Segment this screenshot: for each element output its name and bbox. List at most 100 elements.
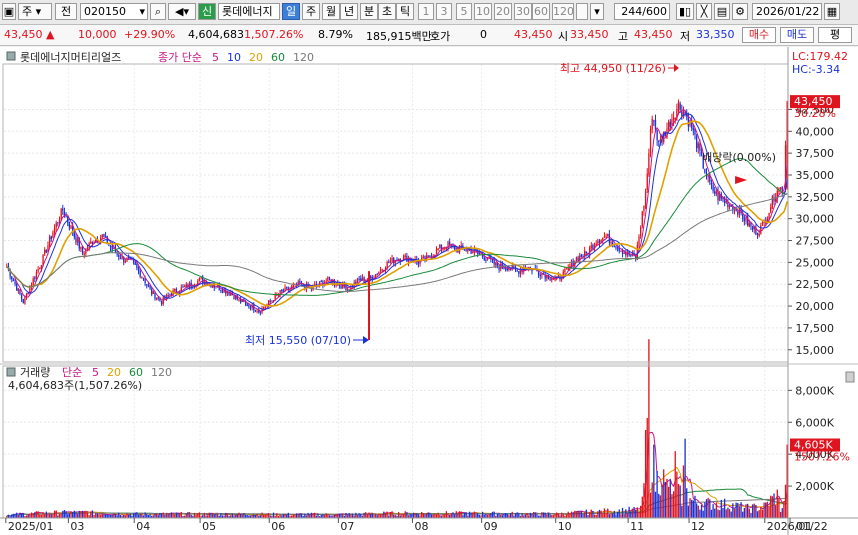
candle-body — [157, 297, 159, 299]
volume-bar — [477, 513, 479, 518]
candle-body — [656, 129, 658, 141]
volume-bar — [682, 465, 685, 518]
volume-bar — [350, 514, 352, 518]
stock-chart[interactable]: 15,000 17,500 20,000 22,500 25,000 27,500 30,0… — [0, 0, 858, 535]
volume-bar — [626, 512, 629, 518]
volume-bar — [279, 514, 281, 518]
candle-body — [124, 261, 127, 263]
volume-bar — [567, 511, 569, 518]
volume-bar — [141, 513, 143, 518]
candle-body — [151, 288, 153, 295]
volume-bar — [427, 512, 429, 518]
candle-body — [389, 261, 392, 263]
candle-body — [340, 285, 342, 289]
volume-bar — [715, 502, 718, 518]
volume-bar — [463, 512, 466, 518]
volume-bar — [37, 511, 39, 518]
candle-body — [320, 280, 322, 282]
candle-body — [677, 102, 680, 111]
volume-bar — [215, 513, 217, 518]
volume-tick-label: 8,000K — [795, 384, 834, 397]
volume-bar — [458, 511, 461, 518]
candle-body — [286, 287, 288, 289]
volume-bar — [169, 513, 171, 518]
volume-bar — [681, 505, 683, 518]
volume-bar — [618, 509, 620, 518]
volume-bar — [113, 513, 115, 518]
volume-bar — [261, 512, 263, 518]
volume-bar — [160, 513, 163, 518]
volume-bar — [149, 514, 151, 518]
volume-bar — [509, 513, 512, 518]
candle-body — [144, 278, 146, 284]
volume-bar — [616, 512, 619, 518]
volume-bar — [542, 512, 545, 518]
volume-bar — [491, 511, 494, 518]
volume-bar — [162, 512, 164, 518]
volume-bar — [286, 514, 288, 518]
volume-bar — [101, 513, 103, 518]
volume-bar — [722, 507, 724, 518]
month-label: 07 — [340, 520, 354, 533]
candle-body — [651, 118, 653, 130]
volume-bar — [360, 513, 362, 518]
volume-bar — [226, 513, 229, 518]
volume-bar — [325, 513, 327, 518]
volume-legend-prefix: 단순 — [62, 366, 82, 379]
volume-bar — [531, 513, 533, 518]
volume-bar — [689, 498, 691, 518]
candle-body — [577, 257, 579, 261]
volume-bar — [457, 513, 459, 518]
volume-legend-ma: 120 — [151, 366, 172, 379]
volume-bar — [636, 507, 639, 518]
candle-body — [649, 129, 652, 154]
candle-body — [646, 173, 648, 191]
volume-bar — [264, 514, 266, 518]
volume-bar — [213, 514, 215, 518]
candle-body — [639, 227, 642, 237]
volume-bar — [669, 479, 671, 518]
candle-body — [258, 310, 260, 312]
volume-bar — [490, 513, 492, 518]
volume-bar — [174, 514, 176, 518]
candle-body — [68, 221, 71, 228]
volume-bar — [90, 511, 92, 518]
volume-bar — [284, 513, 286, 518]
candle-body — [335, 284, 337, 286]
month-label: 12 — [691, 520, 705, 533]
candle-body — [659, 138, 662, 142]
candle-body — [715, 191, 718, 194]
volume-bar — [412, 512, 415, 518]
candle-body — [142, 277, 145, 280]
volume-bar — [60, 513, 62, 518]
lc-label: LC:179.42 — [792, 50, 848, 63]
volume-legend-ma: 5 — [92, 366, 99, 379]
volume-bar — [203, 512, 206, 518]
volume-bar — [569, 513, 571, 518]
candle-body — [704, 168, 706, 173]
candle-body — [597, 241, 599, 244]
volume-bar — [11, 514, 13, 518]
candle-body — [80, 246, 82, 250]
candle-body — [779, 187, 782, 189]
volume-bar — [55, 510, 57, 518]
candle-body — [239, 299, 242, 303]
volume-bar — [526, 513, 528, 518]
volume-bar — [546, 514, 548, 518]
volume-bar — [485, 514, 487, 518]
volume-bar — [779, 511, 782, 518]
volume-bar — [737, 502, 739, 518]
volume-bar — [374, 513, 377, 518]
volume-bar — [414, 513, 416, 518]
volume-bar — [710, 509, 713, 518]
candle-body — [404, 255, 406, 257]
candle-body — [580, 254, 583, 257]
volume-bar — [697, 505, 699, 518]
volume-tick-label: 2,000K — [795, 480, 834, 493]
candle-body — [132, 260, 135, 262]
volume-bar — [472, 512, 474, 518]
volume-bar — [554, 514, 556, 518]
volume-bar — [613, 510, 615, 518]
candle-body — [478, 252, 480, 255]
volume-bar — [366, 514, 369, 518]
